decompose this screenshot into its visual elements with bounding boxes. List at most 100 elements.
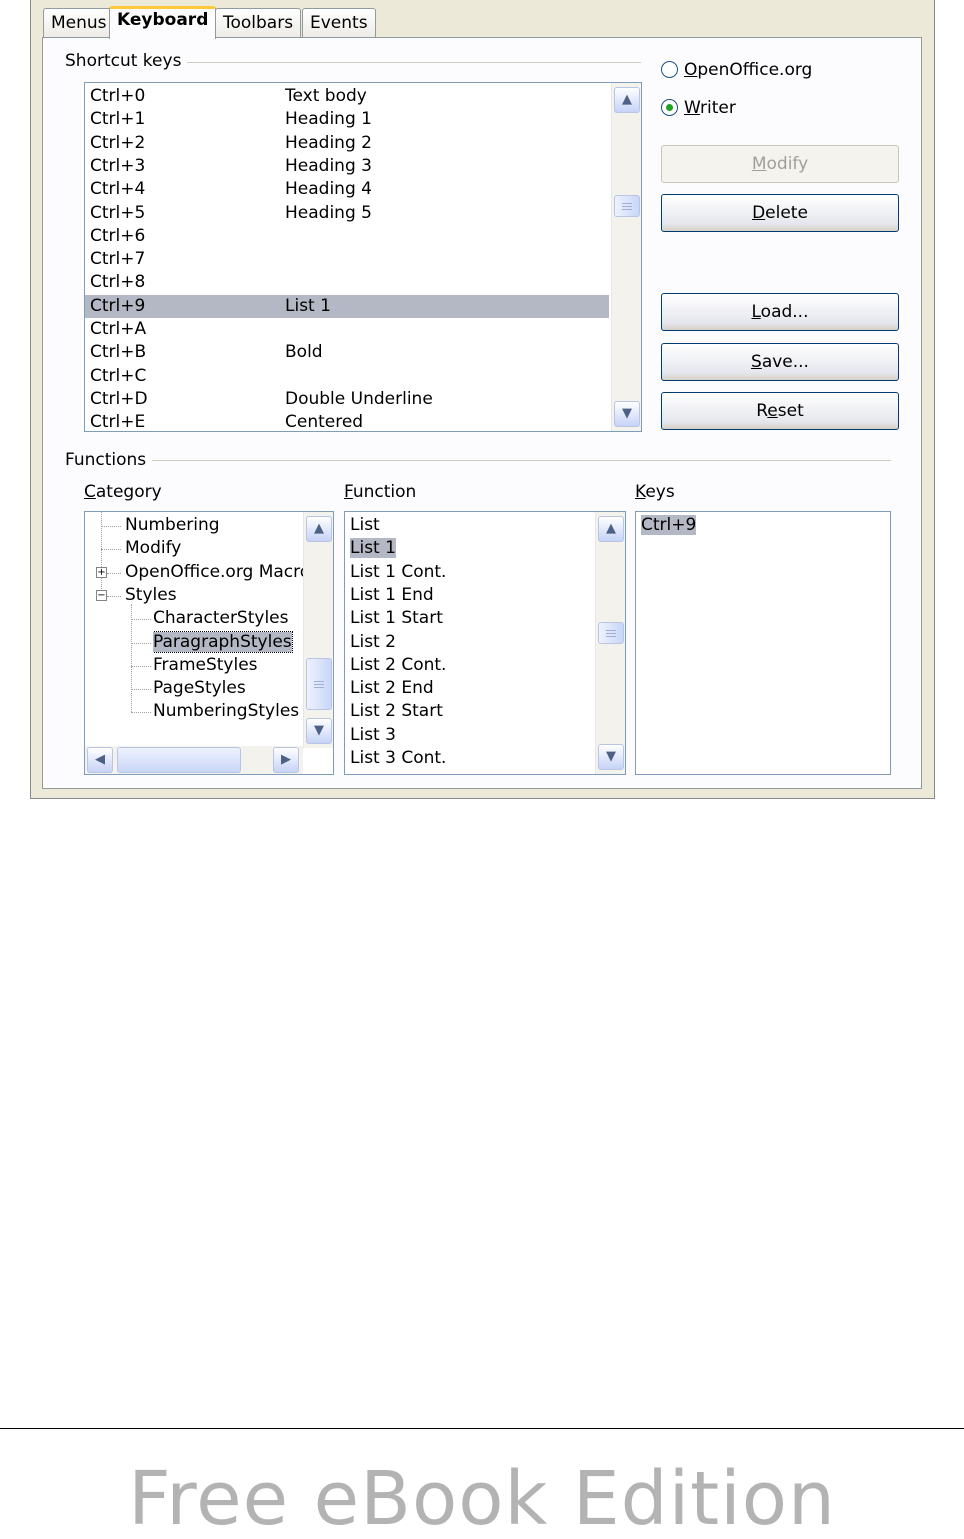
shortcut-row[interactable]: Ctrl+0 Text body	[85, 85, 609, 108]
category-item-label: Numbering	[125, 515, 220, 535]
footer-rule	[0, 1428, 964, 1429]
save-button[interactable]: Save...	[661, 343, 899, 381]
functions-label: Functions	[65, 450, 153, 470]
function-item[interactable]: List 2	[350, 631, 396, 654]
reset-button[interactable]: Reset	[661, 392, 899, 430]
scroll-thumb[interactable]	[598, 622, 624, 644]
shortcut-row[interactable]: Ctrl+D Double Underline	[85, 388, 609, 411]
function-item[interactable]: List 1 Cont.	[350, 561, 446, 584]
function-vscroll[interactable]: ▲ ▼	[595, 512, 625, 774]
scroll-right-icon[interactable]: ▶	[273, 747, 299, 773]
radio-writer[interactable]: Writer	[661, 98, 736, 118]
function-item[interactable]: List 1 End	[350, 584, 434, 607]
category-hscroll[interactable]: ◀ ▶	[85, 746, 303, 774]
function-item[interactable]: List 3	[350, 724, 396, 747]
scroll-down-icon[interactable]: ▼	[598, 744, 624, 770]
scroll-up-icon[interactable]: ▲	[598, 516, 624, 542]
key-item[interactable]: Ctrl+9	[641, 514, 697, 537]
shortcut-command: List 1	[285, 295, 331, 316]
scroll-down-icon[interactable]: ▼	[306, 718, 332, 744]
function-item-label: List 3 Cont.	[350, 748, 447, 768]
function-item[interactable]: List 2 Cont.	[350, 654, 446, 677]
watermark: Free eBook Edition	[128, 1456, 836, 1539]
shortcut-row[interactable]: Ctrl+E Centered	[85, 411, 609, 431]
modify-button[interactable]: Modify	[661, 145, 899, 183]
category-item-label: FrameStyles	[153, 654, 258, 675]
scroll-left-icon[interactable]: ◀	[87, 747, 113, 773]
keys-list[interactable]: Ctrl+9	[635, 511, 891, 775]
category-item[interactable]: Modify	[125, 537, 303, 560]
shortcut-keys-separator	[163, 62, 641, 63]
function-list[interactable]: List List 1 List 1 Cont. List 1 End List 1 S…	[344, 511, 626, 775]
category-item[interactable]: ParagraphStyles	[153, 630, 303, 654]
category-item-label: NumberingStyles	[153, 701, 300, 722]
tab-keyboard[interactable]: Keyboard	[109, 6, 217, 39]
tab-menus[interactable]: Menus	[43, 8, 115, 38]
shortcut-key: Ctrl+4	[90, 179, 146, 200]
collapse-icon[interactable]: −	[96, 589, 107, 601]
radio-writer-circle-icon	[661, 99, 678, 116]
category-item[interactable]: OpenOffice.org Macros	[125, 561, 303, 584]
function-item-label: List 1	[350, 538, 396, 559]
shortcut-keys-list[interactable]: Ctrl+0 Text body Ctrl+1 Heading 1 Ctrl+2 Head…	[84, 82, 642, 432]
load-button[interactable]: Load...	[661, 293, 899, 331]
scroll-up-icon[interactable]: ▲	[614, 87, 640, 113]
shortcut-row[interactable]: Ctrl+2 Heading 2	[85, 132, 609, 155]
shortcut-row[interactable]: Ctrl+4 Heading 4	[85, 178, 609, 201]
key-item-label: Ctrl+9	[641, 515, 697, 535]
category-item[interactable]: FrameStyles	[153, 654, 303, 677]
shortcut-command: Heading 5	[285, 202, 372, 223]
shortcut-row[interactable]: Ctrl+5 Heading 5	[85, 202, 609, 225]
function-item[interactable]: List	[350, 514, 380, 537]
category-item[interactable]: NumberingStyles	[153, 700, 303, 723]
category-item-label: OpenOffice.org Macros	[125, 561, 303, 582]
shortcut-row[interactable]: Ctrl+A	[85, 318, 609, 341]
shortcut-key: Ctrl+9	[90, 295, 146, 316]
function-item-label: List 1 Start	[350, 608, 443, 629]
shortcut-row[interactable]: Ctrl+B Bold	[85, 341, 609, 364]
function-item-label: List 1 Cont.	[350, 561, 447, 582]
function-item-label: List 2 Cont.	[350, 654, 447, 675]
category-item[interactable]: PageStyles	[153, 677, 303, 700]
hscroll-thumb[interactable]	[117, 747, 241, 773]
scroll-up-icon[interactable]: ▲	[306, 516, 332, 542]
shortcut-command: Heading 4	[285, 179, 372, 200]
customize-dialog: Menus Keyboard Toolbars Events Shortcut …	[30, 0, 935, 799]
function-item-label: List	[350, 515, 380, 535]
function-item[interactable]: List 3 Cont.	[350, 747, 446, 770]
expand-icon[interactable]: +	[96, 566, 107, 578]
scroll-thumb[interactable]	[614, 195, 640, 217]
shortcut-key: Ctrl+C	[90, 365, 147, 386]
shortcut-key: Ctrl+0	[90, 86, 146, 106]
category-tree[interactable]: Numbering Modify + OpenOffice.org Macros − St…	[84, 511, 334, 775]
category-vscroll[interactable]: ▲ ▼	[303, 512, 333, 748]
category-item[interactable]: Styles	[125, 584, 303, 607]
shortcut-row[interactable]: Ctrl+8	[85, 271, 609, 294]
function-item[interactable]: List 1	[350, 537, 396, 560]
category-item[interactable]: CharacterStyles	[153, 607, 303, 630]
delete-button[interactable]: Delete	[661, 194, 899, 232]
tab-toolbars[interactable]: Toolbars	[215, 8, 302, 38]
function-item-label: List 1 End	[350, 584, 434, 605]
scroll-down-icon[interactable]: ▼	[614, 401, 640, 427]
function-item[interactable]: List 2 Start	[350, 700, 443, 723]
shortcut-keys-scrollbar[interactable]: ▲ ▼	[611, 83, 641, 431]
tab-events[interactable]: Events	[302, 8, 376, 38]
function-item[interactable]: List 1 Start	[350, 607, 443, 630]
shortcut-row[interactable]: Ctrl+6	[85, 225, 609, 248]
category-item[interactable]: Numbering	[125, 514, 303, 537]
shortcut-row[interactable]: Ctrl+1 Heading 1	[85, 108, 609, 131]
category-label: Category	[84, 482, 162, 502]
scroll-thumb[interactable]	[306, 658, 332, 710]
shortcut-key: Ctrl+2	[90, 132, 146, 153]
shortcut-row[interactable]: Ctrl+9 List 1	[85, 294, 609, 318]
radio-openoffice[interactable]: OpenOffice.org	[661, 60, 812, 80]
keyboard-panel: Shortcut keys Ctrl+0 Text body Ctrl+1 Headi…	[42, 37, 922, 789]
shortcut-command: Double Underline	[285, 388, 433, 409]
function-item-label: List 2 Start	[350, 701, 443, 722]
shortcut-row[interactable]: Ctrl+7	[85, 248, 609, 271]
shortcut-row[interactable]: Ctrl+C	[85, 365, 609, 388]
shortcut-key: Ctrl+7	[90, 249, 146, 270]
shortcut-row[interactable]: Ctrl+3 Heading 3	[85, 155, 609, 178]
function-item[interactable]: List 2 End	[350, 677, 434, 700]
